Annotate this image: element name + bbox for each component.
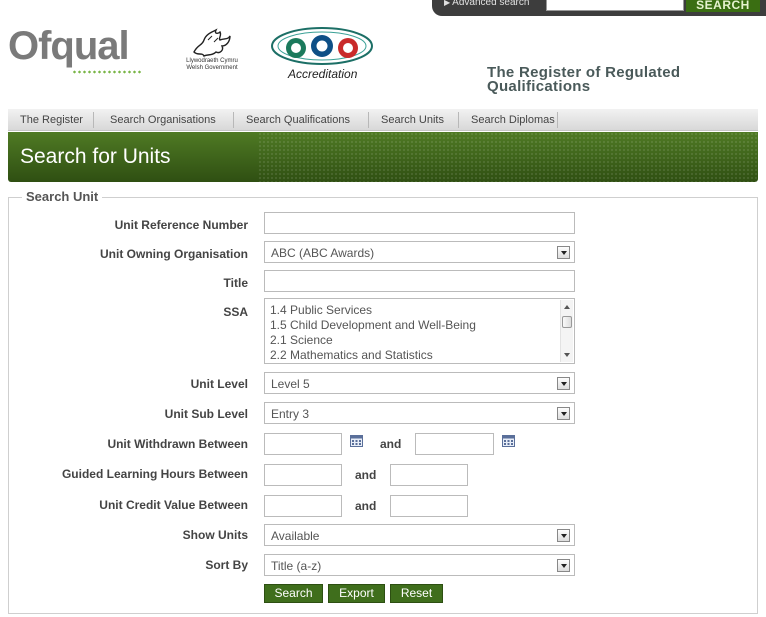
nav-divider — [93, 112, 94, 128]
nav-divider — [458, 112, 459, 128]
banner-dot-pattern — [258, 132, 758, 182]
ofqual-wordmark: Ofqual — [8, 24, 130, 68]
dropdown-arrow-icon — [557, 246, 570, 259]
cea-accreditation-text: Accreditation — [288, 67, 358, 81]
cea-logo: Accreditation — [270, 26, 378, 82]
select-value: Entry 3 — [271, 407, 310, 421]
unit-sub-level-label: Unit Sub Level — [164, 407, 248, 421]
credit-from-input[interactable] — [264, 495, 342, 517]
page-title: Search for Units — [20, 145, 171, 168]
ssa-option[interactable]: 2.1 Science — [270, 333, 333, 347]
search-button[interactable]: Search — [264, 584, 323, 603]
title-input[interactable] — [264, 270, 575, 292]
title-label: Title — [223, 276, 248, 290]
glh-from-input[interactable] — [264, 464, 342, 486]
and-label: and — [355, 499, 377, 513]
scroll-up-icon[interactable] — [564, 305, 570, 309]
dropdown-arrow-icon — [557, 559, 570, 572]
nav-divider — [557, 112, 558, 128]
calendar-icon[interactable] — [350, 435, 363, 447]
unit-level-label: Unit Level — [190, 377, 248, 391]
ssa-option[interactable]: 1.5 Child Development and Well-Being — [270, 318, 476, 332]
unit-owning-organisation-label: Unit Owning Organisation — [100, 247, 248, 261]
top-search-input[interactable] — [546, 0, 684, 11]
sort-by-select[interactable]: Title (a-z) — [264, 554, 575, 576]
site-title: The Register of Regulated Qualifications — [487, 65, 680, 95]
ssa-option[interactable]: 2.2 Mathematics and Statistics — [270, 348, 433, 362]
and-label: and — [380, 437, 402, 451]
unit-owning-organisation-select[interactable]: ABC (ABC Awards) — [264, 241, 575, 263]
unit-sub-level-select[interactable]: Entry 3 — [264, 402, 575, 424]
welsh-government-logo: Llywodraeth Cymru Welsh Government — [182, 26, 242, 82]
ssa-scrollbar[interactable] — [560, 300, 573, 362]
ssa-label: SSA — [223, 305, 248, 319]
top-search-button[interactable]: SEARCH — [686, 0, 760, 12]
ssa-option[interactable]: 1.4 Public Services — [270, 303, 372, 317]
cea-mark-icon — [271, 27, 373, 65]
reset-button[interactable]: Reset — [390, 584, 443, 603]
fieldset-legend: Search Unit — [22, 189, 103, 204]
triangle-right-icon: ▶ — [444, 0, 451, 7]
dropdown-arrow-icon — [557, 377, 570, 390]
unit-reference-number-label: Unit Reference Number — [114, 218, 248, 232]
page-banner: Search for Units — [8, 132, 758, 182]
welsh-dragon-icon — [193, 28, 231, 57]
scroll-down-icon[interactable] — [564, 353, 570, 357]
unit-reference-number-input[interactable] — [264, 212, 575, 234]
nav-item-search-organisations[interactable]: Search Organisations — [110, 109, 216, 131]
glh-to-input[interactable] — [390, 464, 468, 486]
nav-item-the-register[interactable]: The Register — [20, 109, 83, 131]
dropdown-arrow-icon — [557, 529, 570, 542]
nav-item-search-qualifications[interactable]: Search Qualifications — [246, 109, 350, 131]
unit-withdrawn-between-label: Unit Withdrawn Between — [107, 437, 248, 451]
site-title-line2: Qualifications — [487, 78, 591, 95]
nav-item-search-diplomas[interactable]: Search Diplomas — [471, 109, 555, 131]
welsh-gov-line2: Welsh Government — [186, 65, 238, 71]
withdrawn-to-date-input[interactable] — [415, 433, 494, 455]
dropdown-arrow-icon — [557, 407, 570, 420]
top-search-bar: ▶ Advanced search SEARCH — [432, 0, 766, 16]
select-value: Title (a-z) — [271, 559, 322, 573]
welsh-gov-line1: Llywodraeth Cymru — [186, 58, 238, 64]
guided-learning-hours-label: Guided Learning Hours Between — [61, 467, 248, 481]
ofqual-logo[interactable]: Ofqual — [8, 24, 142, 76]
select-value: Level 5 — [271, 377, 310, 391]
ofqual-dots — [72, 70, 142, 74]
nav-divider — [233, 112, 234, 128]
ssa-listbox[interactable]: 1.4 Public Services 1.5 Child Developmen… — [264, 298, 575, 364]
show-units-select[interactable]: Available — [264, 524, 575, 546]
export-button[interactable]: Export — [328, 584, 385, 603]
show-units-label: Show Units — [182, 528, 248, 542]
main-nav: The Register Search Organisations Search… — [8, 109, 758, 131]
unit-credit-value-label: Unit Credit Value Between — [99, 498, 248, 512]
select-value: Available — [271, 529, 320, 543]
calendar-icon[interactable] — [502, 435, 515, 447]
withdrawn-from-date-input[interactable] — [264, 433, 342, 455]
sort-by-label: Sort By — [205, 558, 248, 572]
nav-divider — [368, 112, 369, 128]
scroll-thumb[interactable] — [562, 316, 572, 328]
select-value: ABC (ABC Awards) — [271, 246, 375, 260]
nav-item-search-units[interactable]: Search Units — [381, 109, 444, 131]
unit-level-select[interactable]: Level 5 — [264, 372, 575, 394]
and-label: and — [355, 468, 377, 482]
advanced-search-link[interactable]: ▶ Advanced search — [444, 0, 529, 9]
advanced-search-label: Advanced search — [452, 0, 530, 8]
credit-to-input[interactable] — [390, 495, 468, 517]
